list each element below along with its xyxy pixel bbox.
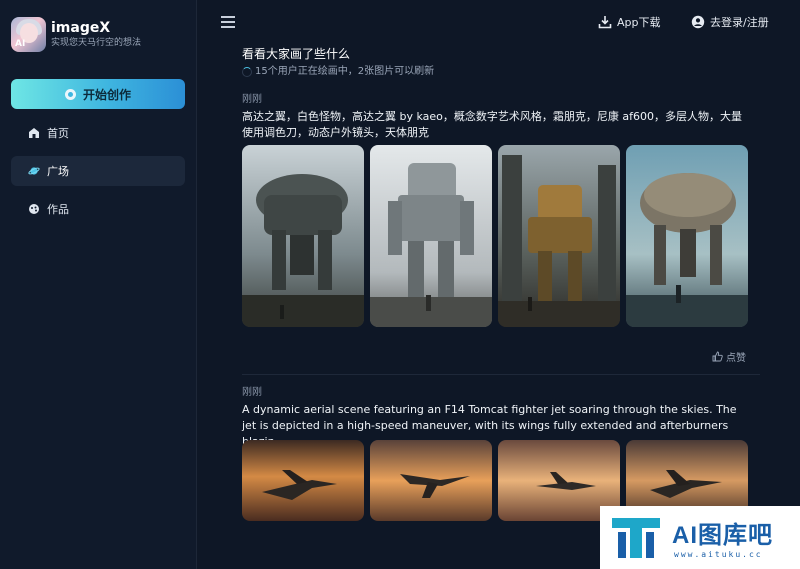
sidebar-item-label: 广场 [47, 165, 69, 178]
brand-slogan: 实现您天马行空的想法 [51, 38, 142, 48]
palette-icon [27, 202, 41, 216]
aituku-logo-icon [612, 518, 660, 558]
sidebar-nav: 首页 广场 作品 [11, 118, 185, 232]
start-create-button[interactable]: 开始创作 [11, 79, 185, 109]
mech-image-3[interactable] [498, 145, 620, 327]
download-icon [598, 16, 612, 29]
mech-image-4[interactable] [626, 145, 748, 327]
jet-image-2[interactable] [370, 440, 492, 521]
app-download-button[interactable]: App下载 [598, 14, 661, 30]
watermark: AI图库吧 www.aituku.cc [600, 506, 800, 569]
brand-logo-text: AI [15, 39, 26, 49]
login-button[interactable]: 去登录/注册 [691, 14, 769, 30]
brand[interactable]: AI imageX 实现您天马行空的想法 [11, 17, 141, 52]
thumbs-up-icon [712, 351, 723, 362]
login-label: 去登录/注册 [710, 16, 769, 29]
sidebar-item-square[interactable]: 广场 [11, 156, 185, 186]
sidebar-item-label: 作品 [47, 203, 69, 216]
sidebar-item-home[interactable]: 首页 [11, 118, 185, 148]
feed-status-text: 15个用户正在绘画中，2张图片可以刷新 [255, 66, 435, 77]
jet-image-1[interactable] [242, 440, 364, 521]
top-header: App下载 去登录/注册 [197, 0, 800, 46]
user-icon [691, 15, 705, 29]
post-prompt: 高达之翼，白色怪物，高达之翼 by kaeo，概念数字艺术风格，霜朋克，尼康 a… [242, 110, 743, 139]
feed-status[interactable]: 15个用户正在绘画中，2张图片可以刷新 [242, 65, 762, 79]
sidebar: AI imageX 实现您天马行空的想法 开始创作 首页 广场 作品 [0, 0, 197, 569]
watermark-url: www.aituku.cc [674, 550, 763, 559]
sidebar-item-label: 首页 [47, 127, 69, 140]
feed-header: 看看大家画了些什么 15个用户正在绘画中，2张图片可以刷新 [242, 46, 762, 79]
loading-spinner-icon [242, 67, 252, 77]
home-icon [27, 126, 41, 140]
like-button[interactable]: 点赞 [712, 349, 746, 364]
app-download-label: App下载 [617, 16, 661, 29]
create-icon [64, 88, 76, 100]
post-time: 刚刚 [242, 387, 262, 398]
post-time: 刚刚 [242, 94, 262, 105]
brand-name: imageX [51, 20, 111, 36]
post-divider [242, 374, 760, 375]
mech-image-1[interactable] [242, 145, 364, 327]
post-card: 刚刚 高达之翼，白色怪物，高达之翼 by kaeo，概念数字艺术风格，霜朋克，尼… [242, 93, 750, 141]
like-label: 点赞 [726, 353, 746, 364]
menu-icon[interactable] [221, 16, 235, 28]
start-create-label: 开始创作 [82, 87, 131, 102]
feed-title: 看看大家画了些什么 [242, 47, 351, 61]
planet-icon [27, 164, 41, 178]
post-images [242, 145, 748, 327]
watermark-title: AI图库吧 [672, 522, 773, 549]
sidebar-item-works[interactable]: 作品 [11, 194, 185, 224]
brand-logo: AI [11, 17, 46, 52]
mech-image-2[interactable] [370, 145, 492, 327]
